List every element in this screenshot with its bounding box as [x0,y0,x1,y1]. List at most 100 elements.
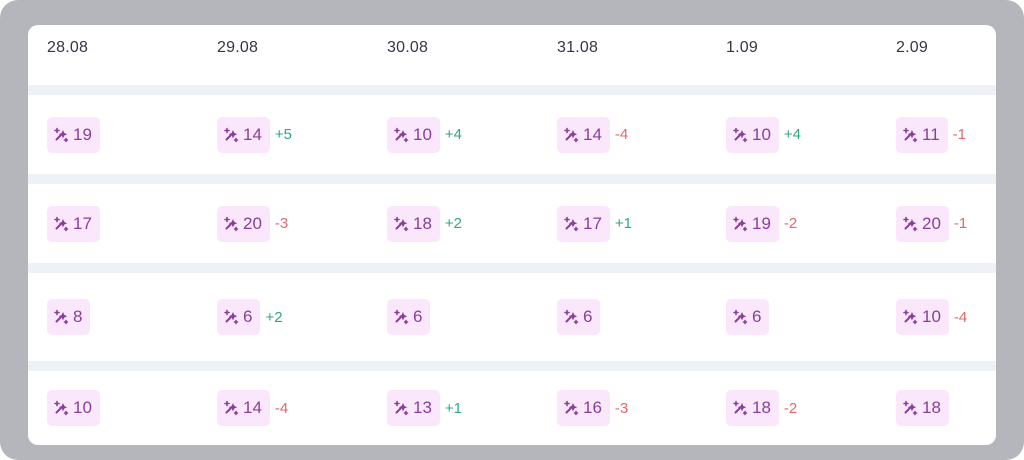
rank-value: 8 [73,307,83,326]
rank-change: -4 [274,399,289,417]
rank-chip[interactable]: 14 [217,390,270,426]
sparkle-magic-icon [223,127,243,143]
rank-cell: 6 +2 [217,273,283,361]
rank-value: 10 [413,124,432,144]
sparkle-magic-icon [223,400,243,416]
rank-chip[interactable]: 6 [726,299,770,335]
table-row: 19 14 +5 10 +4 14 -4 10 +4 11 -1 [28,95,996,174]
sparkle-magic-icon [732,400,752,416]
table-row: 17 20 -3 18 +2 17 +1 19 -2 20 -1 [28,184,996,263]
sparkle-magic-icon [563,216,583,232]
date-header-row: 28.08 29.08 30.08 31.08 1.09 2.09 [28,25,996,85]
row-separator [28,85,996,95]
rank-value: 13 [413,398,432,417]
sparkle-magic-icon [53,216,73,232]
rank-chip[interactable]: 10 [896,299,949,335]
rank-value: 18 [752,398,771,417]
rank-chip[interactable]: 16 [557,390,610,426]
rank-cell: 10 [47,371,100,445]
rank-cell: 19 [47,95,100,174]
rank-cell: 11 -1 [896,95,966,174]
rank-cell: 10 -4 [896,273,967,361]
rank-value: 20 [243,213,262,233]
rank-value: 6 [752,307,762,326]
rank-change: +5 [274,126,293,143]
rank-value: 10 [752,124,771,144]
rank-value: 10 [922,307,941,326]
rank-cell: 18 [896,371,949,445]
rank-value: 18 [413,213,432,233]
rank-cell: 18 +2 [387,184,462,263]
rank-change: -4 [614,126,629,143]
rank-cell: 14 -4 [557,95,628,174]
sparkle-magic-icon [902,400,922,416]
rank-chip[interactable]: 20 [217,205,270,242]
rank-value: 6 [243,307,253,326]
rank-change: +1 [614,215,633,232]
sparkle-magic-icon [732,127,752,143]
rank-chip[interactable]: 19 [47,116,100,153]
rank-cell: 8 [47,273,91,361]
rank-value: 14 [243,124,262,144]
sparkle-magic-icon [53,309,73,325]
rank-change: -4 [953,308,968,326]
rank-cell: 18 -2 [726,371,797,445]
row-separator [28,263,996,273]
rank-chip[interactable]: 10 [726,116,779,153]
date-column-header: 30.08 [387,39,429,56]
rank-chip[interactable]: 18 [726,390,779,426]
rank-cell: 6 [387,273,431,361]
rank-chip[interactable]: 10 [47,390,100,426]
rank-chip[interactable]: 20 [896,205,949,242]
rank-change: -1 [953,215,968,232]
sparkle-magic-icon [902,309,922,325]
rank-change: +2 [444,215,463,232]
rank-change: -1 [952,126,966,143]
rank-value: 14 [583,124,602,144]
sparkle-magic-icon [732,309,752,325]
rank-cell: 14 -4 [217,371,288,445]
sparkle-magic-icon [53,127,73,143]
rank-cell: 10 +4 [726,95,801,174]
rank-cell: 10 +4 [387,95,462,174]
rank-chip[interactable]: 14 [557,116,610,153]
rank-chip[interactable]: 17 [557,205,610,242]
rank-cell: 13 +1 [387,371,462,445]
rank-value: 6 [413,307,423,326]
sparkle-magic-icon [53,400,73,416]
sparkle-magic-icon [563,309,583,325]
sparkle-magic-icon [563,127,583,143]
rank-change: +4 [783,126,802,143]
rank-cell: 6 [557,273,601,361]
rank-value: 10 [73,398,92,417]
rank-chip[interactable]: 19 [726,205,779,242]
rank-chip[interactable]: 6 [387,299,431,335]
rank-change: -2 [783,215,798,232]
table-row: 8 6 +2 6 6 6 10 -4 [28,273,996,361]
table-row: 10 14 -4 13 +1 16 -3 18 -2 18 [28,371,996,445]
rank-chip[interactable]: 6 [557,299,601,335]
rank-chip[interactable]: 11 [896,116,948,153]
rank-chip[interactable]: 13 [387,390,440,426]
rank-change: -3 [614,399,629,417]
rank-cell: 14 +5 [217,95,292,174]
sparkle-magic-icon [393,400,413,416]
date-column-header: 29.08 [217,39,259,56]
rank-chip[interactable]: 10 [387,116,440,153]
rank-value: 16 [583,398,602,417]
rank-cell: 20 -3 [217,184,288,263]
rank-chip[interactable]: 17 [47,205,100,242]
rank-chip[interactable]: 8 [47,299,91,335]
rank-value: 6 [583,307,593,326]
rank-chip[interactable]: 14 [217,116,270,153]
ranking-table: 28.08 29.08 30.08 31.08 1.09 2.09 19 14 +5… [28,25,996,445]
row-separator [28,174,996,184]
rank-chip[interactable]: 6 [217,299,261,335]
date-column-header: 1.09 [726,39,758,56]
rank-cell: 20 -1 [896,184,967,263]
window-frame: 28.08 29.08 30.08 31.08 1.09 2.09 19 14 +5… [0,0,1024,460]
rank-value: 17 [583,213,602,233]
rank-chip[interactable]: 18 [387,205,440,242]
rank-value: 19 [73,124,92,144]
rank-chip[interactable]: 18 [896,390,949,426]
